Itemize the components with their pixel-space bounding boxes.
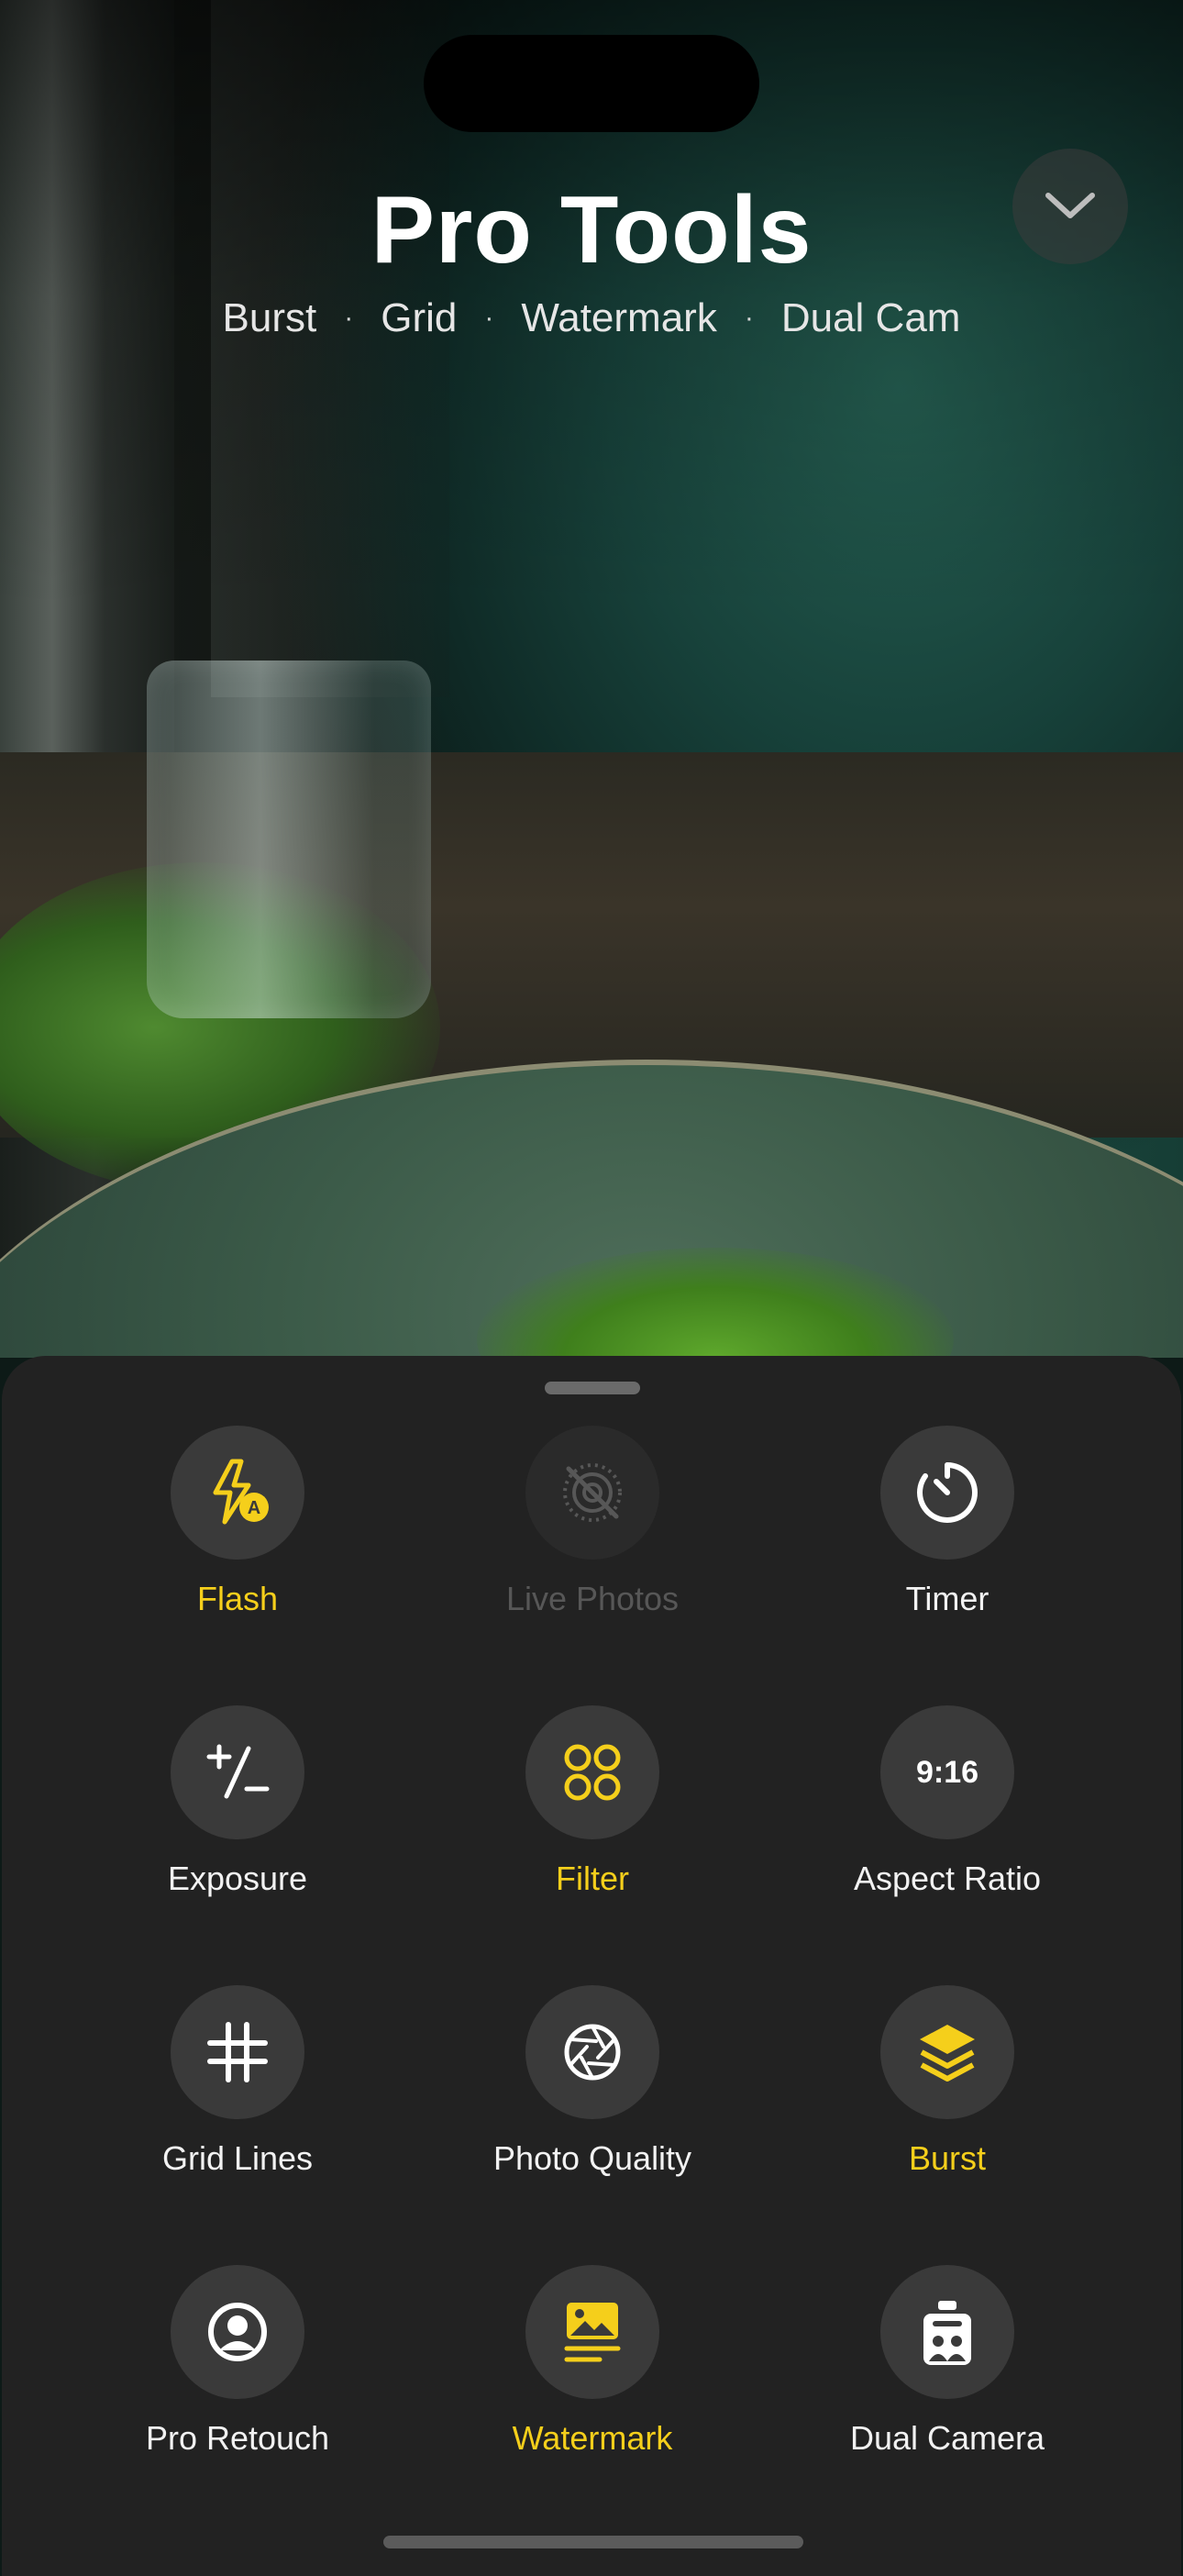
tool-label: Dual Camera <box>849 2419 1045 2457</box>
page-title: Pro Tools <box>370 177 813 283</box>
tool-grid-lines[interactable]: Grid Lines <box>72 1985 403 2196</box>
portrait-icon <box>208 2303 267 2361</box>
chevron-down-icon <box>1045 193 1095 218</box>
tool-timer[interactable]: Timer <box>782 1426 1112 1637</box>
tool-photo-quality[interactable]: Photo Quality <box>427 1985 757 2196</box>
subtitle-item-dual-cam: Dual Cam <box>780 295 961 340</box>
tool-label: Timer <box>905 1580 990 1617</box>
tool-label: Photo Quality <box>492 2139 692 2177</box>
tool-dual-camera[interactable]: Dual Camera <box>782 2265 1112 2476</box>
tool-label: Burst <box>908 2139 987 2177</box>
sheet-grabber[interactable] <box>545 1382 640 1394</box>
tool-burst[interactable]: Burst <box>782 1985 1112 2196</box>
filter-button[interactable] <box>525 1705 659 1839</box>
timer-icon <box>917 1462 978 1523</box>
live-photos-button[interactable] <box>525 1426 659 1560</box>
feature-subtitle: Burst · Grid · Watermark · Dual Cam <box>0 295 1183 341</box>
subtitle-separator: · <box>744 303 754 333</box>
flash-auto-icon: A <box>213 1459 269 1525</box>
dual-camera-icon <box>923 2301 971 2365</box>
tool-label: Watermark <box>512 2419 673 2457</box>
grid-lines-button[interactable] <box>171 1985 304 2119</box>
dynamic-island <box>424 35 759 132</box>
tool-filter[interactable]: Filter <box>427 1705 757 1916</box>
grid-lines-icon <box>207 2022 268 2082</box>
tool-label: Live Photos <box>505 1580 680 1617</box>
subtitle-separator: · <box>484 303 494 333</box>
subtitle-item-grid: Grid <box>381 295 458 340</box>
exposure-icon <box>206 1744 270 1799</box>
burst-button[interactable] <box>880 1985 1014 2119</box>
tool-live-photos[interactable]: Live Photos <box>427 1426 757 1637</box>
aperture-icon <box>564 2024 621 2081</box>
exposure-button[interactable] <box>171 1705 304 1839</box>
tool-label: Flash <box>196 1580 279 1617</box>
tool-label: Aspect Ratio <box>853 1860 1042 1897</box>
tool-label: Filter <box>556 1860 629 1897</box>
photo-quality-button[interactable] <box>525 1985 659 2119</box>
tool-watermark[interactable]: Watermark <box>427 2265 757 2476</box>
timer-button[interactable] <box>880 1426 1014 1560</box>
tools-sheet: A Flash Live Photos Timer Exposure Filte… <box>2 1356 1181 2576</box>
watermark-icon <box>564 2303 621 2362</box>
burst-layers-icon <box>920 2025 975 2082</box>
tool-pro-retouch[interactable]: Pro Retouch <box>72 2265 403 2476</box>
aspect-ratio-button[interactable]: 9:16 <box>880 1705 1014 1839</box>
tool-label: Pro Retouch <box>145 2419 330 2457</box>
tool-label: Exposure <box>167 1860 308 1897</box>
collapse-button[interactable] <box>1012 149 1128 264</box>
tool-label: Grid Lines <box>161 2139 314 2177</box>
subtitle-item-watermark: Watermark <box>521 295 717 340</box>
aspect-ratio-icon: 9:16 <box>915 1754 979 1790</box>
pro-retouch-button[interactable] <box>171 2265 304 2399</box>
dual-camera-button[interactable] <box>880 2265 1014 2399</box>
subtitle-item-burst: Burst <box>222 295 317 340</box>
tool-aspect-ratio[interactable]: 9:16 Aspect Ratio <box>782 1705 1112 1916</box>
flash-button[interactable]: A <box>171 1426 304 1560</box>
svg-text:A: A <box>248 1498 260 1518</box>
home-indicator <box>383 2536 803 2548</box>
tool-flash[interactable]: A Flash <box>72 1426 403 1637</box>
live-photos-off-icon <box>563 1463 622 1522</box>
filter-icon <box>564 1744 621 1801</box>
tool-exposure[interactable]: Exposure <box>72 1705 403 1916</box>
subtitle-separator: · <box>344 303 354 333</box>
watermark-button[interactable] <box>525 2265 659 2399</box>
